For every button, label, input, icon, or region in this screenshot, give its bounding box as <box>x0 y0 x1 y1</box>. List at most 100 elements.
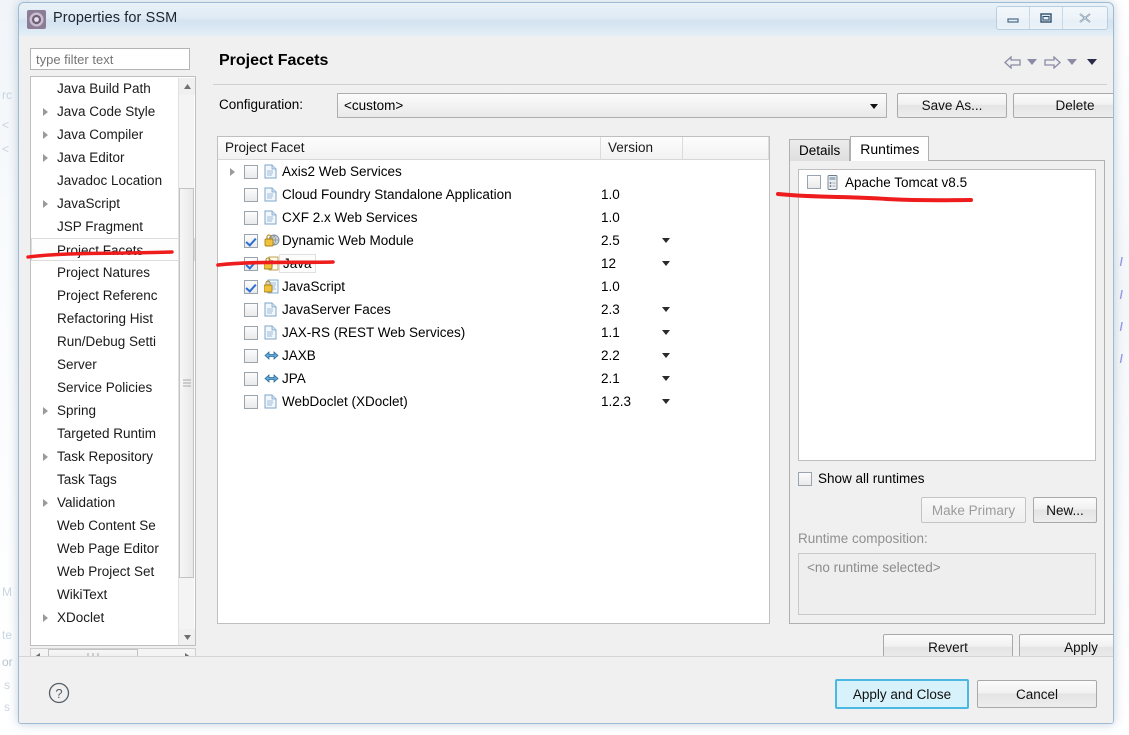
scroll-down-icon[interactable] <box>179 629 195 645</box>
cancel-button[interactable]: Cancel <box>977 680 1097 708</box>
facet-row-javascript[interactable]: JavaScript 1.0 <box>218 275 769 298</box>
settings-tree-list: Java Build Path Java Code Style Java Compi… <box>31 77 195 629</box>
back-arrow-icon[interactable] <box>1003 53 1021 71</box>
facet-version: 1.0 <box>601 210 620 225</box>
sidebar-item-project-facets[interactable]: Project Facets <box>31 238 195 261</box>
tree-expand-arrow-icon[interactable] <box>43 614 48 622</box>
facet-version: 2.3 <box>601 302 620 317</box>
nav-scrollbar-thumb[interactable] <box>179 188 194 578</box>
tab-details[interactable]: Details <box>789 139 851 161</box>
sidebar-item-label: Web Content Se <box>57 518 156 533</box>
sidebar-item-refactoring-hist[interactable]: Refactoring Hist <box>31 307 195 330</box>
make-primary-button[interactable]: Make Primary <box>921 497 1026 523</box>
sidebar-item-run-debug-setti[interactable]: Run/Debug Setti <box>31 330 195 353</box>
tree-expand-arrow-icon[interactable] <box>43 108 48 116</box>
sidebar-item-java-editor[interactable]: Java Editor <box>31 146 195 169</box>
back-history-chevron-down-icon[interactable] <box>1023 53 1041 71</box>
facet-row-cxf-2-x-web-services[interactable]: CXF 2.x Web Services 1.0 <box>218 206 769 229</box>
facet-row-cloud-foundry-standalone-application[interactable]: Cloud Foundry Standalone Application 1.0 <box>218 183 769 206</box>
sidebar-item-server[interactable]: Server <box>31 353 195 376</box>
sidebar-item-java-code-style[interactable]: Java Code Style <box>31 100 195 123</box>
apply-and-close-button[interactable]: Apply and Close <box>835 679 969 709</box>
runtime-apache-tomcat[interactable]: Apache Tomcat v8.5 <box>799 170 1095 194</box>
view-menu-chevron-down-icon[interactable] <box>1083 53 1101 71</box>
facet-row-jpa[interactable]: JPA 2.1 <box>218 367 769 390</box>
show-all-runtimes-checkbox[interactable] <box>798 471 812 486</box>
tree-expand-arrow-icon[interactable] <box>43 453 48 461</box>
tree-expand-arrow-icon[interactable] <box>43 200 48 208</box>
sidebar-item-validation[interactable]: Validation <box>31 491 195 514</box>
forward-history-chevron-down-icon[interactable] <box>1063 53 1081 71</box>
tab-runtimes[interactable]: Runtimes <box>850 136 930 161</box>
close-icon[interactable] <box>1063 7 1107 29</box>
nav-vertical-scrollbar[interactable] <box>178 78 195 645</box>
facet-checkbox[interactable] <box>244 233 258 248</box>
column-header-version[interactable]: Version <box>601 137 683 159</box>
sidebar-item-javascript[interactable]: JavaScript <box>31 192 195 215</box>
facet-checkbox[interactable] <box>244 279 258 294</box>
tree-expand-arrow-icon[interactable] <box>43 154 48 162</box>
facet-version-chevron-down-icon[interactable] <box>662 376 670 381</box>
facet-row-java[interactable]: Java 12 <box>218 252 769 275</box>
minimize-icon[interactable] <box>997 7 1030 29</box>
document-icon <box>264 394 282 409</box>
facet-version-chevron-down-icon[interactable] <box>662 261 670 266</box>
tree-expand-arrow-icon[interactable] <box>43 499 48 507</box>
facet-version-chevron-down-icon[interactable] <box>662 330 670 335</box>
facet-version-chevron-down-icon[interactable] <box>662 353 670 358</box>
facet-version-chevron-down-icon[interactable] <box>662 238 670 243</box>
facet-row-dynamic-web-module[interactable]: Dynamic Web Module 2.5 <box>218 229 769 252</box>
save-as-button[interactable]: Save As... <box>897 93 1007 118</box>
facet-checkbox[interactable] <box>244 210 258 225</box>
sidebar-item-project-natures[interactable]: Project Natures <box>31 261 195 284</box>
facet-expand-arrow-icon[interactable] <box>230 167 244 176</box>
facet-checkbox[interactable] <box>244 348 258 363</box>
forward-arrow-icon[interactable] <box>1043 53 1061 71</box>
sidebar-item-java-build-path[interactable]: Java Build Path <box>31 77 195 100</box>
show-all-runtimes-row[interactable]: Show all runtimes <box>798 471 925 486</box>
sidebar-item-task-tags[interactable]: Task Tags <box>31 468 195 491</box>
facet-checkbox[interactable] <box>244 394 258 409</box>
configuration-combobox[interactable]: <custom> <box>337 93 887 118</box>
runtime-checkbox[interactable] <box>807 175 821 189</box>
tree-expand-arrow-icon[interactable] <box>43 131 48 139</box>
restore-icon[interactable] <box>1030 7 1063 29</box>
runtimes-list[interactable]: Apache Tomcat v8.5 <box>798 169 1096 461</box>
project-facets-table[interactable]: Project Facet Version Axis2 Web Services… <box>217 136 770 624</box>
filter-input[interactable] <box>30 48 190 70</box>
sidebar-item-task-repository[interactable]: Task Repository <box>31 445 195 468</box>
page-title: Project Facets <box>219 52 329 69</box>
facet-checkbox[interactable] <box>244 256 258 271</box>
sidebar-item-targeted-runtim[interactable]: Targeted Runtim <box>31 422 195 445</box>
sidebar-item-web-content-se[interactable]: Web Content Se <box>31 514 195 537</box>
sidebar-item-java-compiler[interactable]: Java Compiler <box>31 123 195 146</box>
sidebar-item-jsp-fragment[interactable]: JSP Fragment <box>31 215 195 238</box>
new-runtime-button[interactable]: New... <box>1033 497 1097 523</box>
scroll-up-icon[interactable] <box>179 78 195 95</box>
sidebar-item-xdoclet[interactable]: XDoclet <box>31 606 195 629</box>
facet-checkbox[interactable] <box>244 371 258 386</box>
facet-checkbox[interactable] <box>244 164 258 179</box>
facet-version-chevron-down-icon[interactable] <box>662 307 670 312</box>
sidebar-item-service-policies[interactable]: Service Policies <box>31 376 195 399</box>
facet-row-jax-rs-rest-web-services[interactable]: JAX-RS (REST Web Services) 1.1 <box>218 321 769 344</box>
sidebar-item-project-referenc[interactable]: Project Referenc <box>31 284 195 307</box>
sidebar-item-web-page-editor[interactable]: Web Page Editor <box>31 537 195 560</box>
facet-row-javaserver-faces[interactable]: JavaServer Faces 2.3 <box>218 298 769 321</box>
delete-button[interactable]: Delete <box>1013 93 1113 118</box>
tree-expand-arrow-icon[interactable] <box>43 407 48 415</box>
facet-row-webdoclet-xdoclet[interactable]: WebDoclet (XDoclet) 1.2.3 <box>218 390 769 413</box>
facet-row-axis2-web-services[interactable]: Axis2 Web Services <box>218 160 769 183</box>
sidebar-item-web-project-set[interactable]: Web Project Set <box>31 560 195 583</box>
sidebar-item-wikitext[interactable]: WikiText <box>31 583 195 606</box>
column-header-project-facet[interactable]: Project Facet <box>218 137 601 159</box>
facet-checkbox[interactable] <box>244 302 258 317</box>
sidebar-item-javadoc-location[interactable]: Javadoc Location <box>31 169 195 192</box>
sidebar-item-spring[interactable]: Spring <box>31 399 195 422</box>
facet-checkbox[interactable] <box>244 325 258 340</box>
help-icon[interactable]: ? <box>47 681 71 705</box>
settings-tree[interactable]: Java Build Path Java Code Style Java Compi… <box>30 76 196 646</box>
facet-version-chevron-down-icon[interactable] <box>662 399 670 404</box>
facet-checkbox[interactable] <box>244 187 258 202</box>
facet-row-jaxb[interactable]: JAXB 2.2 <box>218 344 769 367</box>
